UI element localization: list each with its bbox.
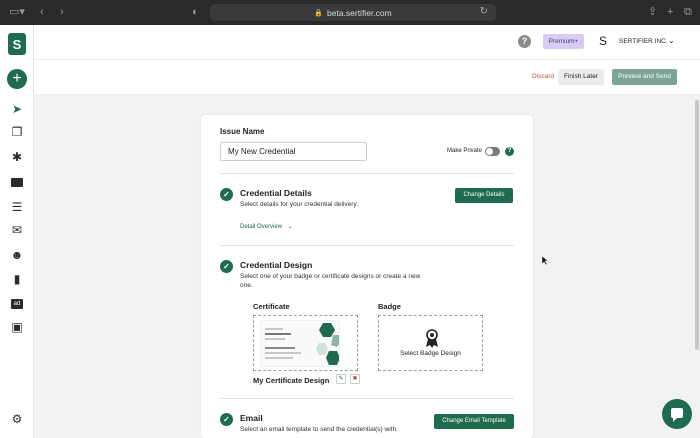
credential-details-title: Credential Details xyxy=(240,188,312,198)
gift-icon[interactable]: ▣ xyxy=(9,319,25,335)
credential-design-desc: Select one of your badge or certificate … xyxy=(240,273,421,289)
finish-later-button[interactable]: Finish Later xyxy=(558,69,604,85)
thumb-line xyxy=(265,352,301,354)
email-title: Email xyxy=(240,413,263,423)
divider xyxy=(220,245,514,246)
thumb-line xyxy=(265,333,291,335)
company-name[interactable]: SERTIFIER INC. xyxy=(619,38,668,45)
new-tab-icon[interactable]: + xyxy=(667,5,673,19)
sertifier-logo[interactable]: S xyxy=(8,33,26,55)
share-icon[interactable]: ⇪ xyxy=(648,5,657,19)
ad-icon[interactable]: ad xyxy=(9,295,25,311)
page-scrollbar[interactable] xyxy=(695,100,699,350)
thumb-line xyxy=(265,328,283,330)
badge-design-slot[interactable]: Select Badge Design xyxy=(378,315,483,371)
credential-details-desc: Select details for your credential deliv… xyxy=(240,201,359,208)
certificate-design-name: My Certificate Design xyxy=(253,376,330,385)
chevron-down-icon: ⌄ xyxy=(287,224,293,230)
chevron-down-icon[interactable]: ⌄ xyxy=(668,36,675,45)
lock-icon: 🔒 xyxy=(314,9,323,17)
mouse-cursor-icon xyxy=(542,256,548,265)
sidebar-toggle-icon[interactable]: ▭▾ xyxy=(9,5,25,19)
puzzle-icon[interactable]: ✱ xyxy=(9,149,25,165)
change-email-template-button[interactable]: Change Email Template xyxy=(434,414,514,429)
reload-icon[interactable]: ↻ xyxy=(480,6,488,17)
tabs-overview-icon[interactable]: ⧉ xyxy=(684,5,692,19)
award-icon xyxy=(426,329,438,348)
copy-icon[interactable]: ❐ xyxy=(9,124,25,140)
thumb-line xyxy=(265,357,293,359)
thumb-line xyxy=(265,347,295,349)
detail-overview-toggle[interactable]: Detail Overview ⌄ xyxy=(240,223,293,230)
make-private-label: Make Private xyxy=(447,148,483,154)
chart-icon[interactable]: ▮ xyxy=(9,271,25,287)
avatar[interactable]: S xyxy=(597,34,609,48)
thumb-line xyxy=(265,338,285,340)
gear-icon[interactable]: ⚙ xyxy=(9,411,25,427)
change-details-button[interactable]: Change Details xyxy=(455,188,513,203)
trash-icon[interactable]: ✖ xyxy=(350,374,360,384)
check-icon: ✓ xyxy=(220,260,233,273)
address-bar[interactable]: 🔒 beta.sertifier.com ↻ xyxy=(210,4,496,21)
forward-icon[interactable]: › xyxy=(60,5,64,19)
screen-icon[interactable] xyxy=(9,174,25,190)
credential-design-title: Credential Design xyxy=(240,260,313,270)
url-text: beta.sertifier.com xyxy=(326,7,392,18)
make-private-toggle[interactable] xyxy=(485,147,500,156)
chat-bubble-icon xyxy=(671,408,683,422)
divider xyxy=(220,173,514,174)
certificate-pattern-icon xyxy=(316,323,339,365)
check-icon: ✓ xyxy=(220,188,233,201)
detail-overview-label: Detail Overview xyxy=(240,224,283,230)
certificate-thumbnail xyxy=(260,320,340,367)
badge-label: Badge xyxy=(378,302,401,311)
ad-icon-text: ad xyxy=(11,298,23,309)
shield-icon[interactable]: ◐ xyxy=(192,5,199,19)
top-header: ? Premium+ S SERTIFIER INC. ⌄ xyxy=(34,25,700,59)
select-badge-design-label: Select Badge Design xyxy=(400,350,461,357)
info-icon[interactable]: ? xyxy=(505,147,514,156)
issue-name-label: Issue Name xyxy=(220,127,265,136)
mail-icon[interactable]: ✉ xyxy=(9,222,25,238)
list-icon[interactable]: ☰ xyxy=(9,199,25,215)
users-icon[interactable]: ☻ xyxy=(9,247,25,263)
browser-chrome: ▭▾ ‹ › ◐ 🔒 beta.sertifier.com ↻ ⇪ + ⧉ xyxy=(0,0,700,25)
action-bar: Discard Finish Later Preview and Send xyxy=(34,59,700,95)
discard-button[interactable]: Discard xyxy=(532,73,554,80)
back-icon[interactable]: ‹ xyxy=(40,5,44,19)
left-sidebar: S + ➤ ❐ ✱ ☰ ✉ ☻ ▮ ad ▣ ⚙ xyxy=(0,25,34,438)
certificate-label: Certificate xyxy=(253,302,290,311)
check-icon: ✓ xyxy=(220,413,233,426)
certificate-design-slot[interactable] xyxy=(253,315,358,371)
help-icon[interactable]: ? xyxy=(518,35,531,48)
issue-form-card: Issue Name My New Credential Make Privat… xyxy=(201,115,533,438)
preview-and-send-button[interactable]: Preview and Send xyxy=(612,69,677,85)
chat-button[interactable] xyxy=(662,399,692,429)
divider xyxy=(220,398,514,399)
email-desc: Select an email template to send the cre… xyxy=(240,426,398,433)
edit-icon[interactable]: ✎ xyxy=(336,374,346,384)
premium-badge[interactable]: Premium+ xyxy=(543,34,584,49)
add-button[interactable]: + xyxy=(7,69,27,89)
send-icon[interactable]: ➤ xyxy=(9,101,25,117)
issue-name-input[interactable]: My New Credential xyxy=(220,142,367,161)
